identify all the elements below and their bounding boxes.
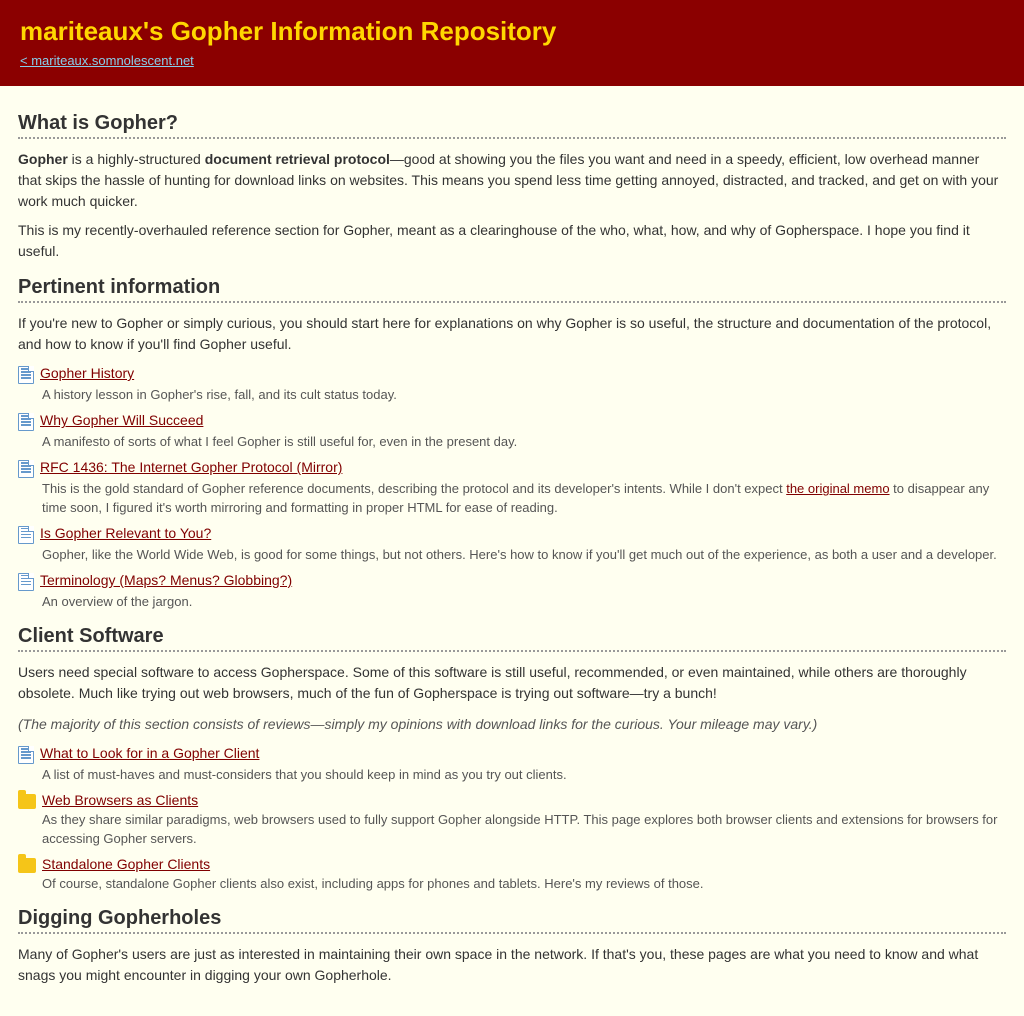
pertinent-intro: If you're new to Gopher or simply curiou… — [18, 313, 1006, 355]
link-gopher-history[interactable]: Gopher History — [40, 365, 134, 381]
link-what-to-look-for[interactable]: What to Look for in a Gopher Client — [40, 745, 259, 761]
client-software-note: (The majority of this section consists o… — [18, 714, 1006, 735]
bold-protocol: document retrieval protocol — [205, 151, 390, 167]
list-item: Is Gopher Relevant to You? Gopher, like … — [18, 525, 1006, 564]
pertinent-item-list: Gopher History A history lesson in Gophe… — [18, 365, 1006, 611]
desc-what-to-look-for: A list of must-haves and must-considers … — [42, 766, 1006, 784]
list-item: What to Look for in a Gopher Client A li… — [18, 745, 1006, 784]
item-row-web-browsers: Web Browsers as Clients — [18, 792, 1006, 809]
section-heading-what-is-gopher: What is Gopher? — [18, 112, 1006, 135]
section-heading-pertinent: Pertinent information — [18, 276, 1006, 299]
list-item: Standalone Gopher Clients Of course, sta… — [18, 856, 1006, 893]
header-title: mariteaux's Gopher Information Repositor… — [20, 16, 1004, 47]
divider-pertinent — [18, 301, 1006, 303]
folder-icon — [18, 858, 36, 873]
what-is-gopher-para2: This is my recently-overhauled reference… — [18, 220, 1006, 262]
divider-client-software — [18, 650, 1006, 652]
doc-icon — [18, 366, 34, 384]
desc-rfc: This is the gold standard of Gopher refe… — [42, 480, 1006, 516]
client-software-item-list: What to Look for in a Gopher Client A li… — [18, 745, 1006, 893]
link-terminology[interactable]: Terminology (Maps? Menus? Globbing?) — [40, 572, 292, 588]
desc-standalone: Of course, standalone Gopher clients als… — [42, 875, 1006, 893]
divider-what-is-gopher — [18, 137, 1006, 139]
desc-web-browsers: As they share similar paradigms, web bro… — [42, 811, 1006, 847]
section-heading-client-software: Client Software — [18, 625, 1006, 648]
item-row-why-gopher: Why Gopher Will Succeed — [18, 412, 1006, 431]
list-item: Why Gopher Will Succeed A manifesto of s… — [18, 412, 1006, 451]
item-row-rfc: RFC 1436: The Internet Gopher Protocol (… — [18, 459, 1006, 478]
link-is-gopher-relevant[interactable]: Is Gopher Relevant to You? — [40, 525, 211, 541]
item-row-standalone: Standalone Gopher Clients — [18, 856, 1006, 873]
folder-icon — [18, 794, 36, 809]
link-standalone[interactable]: Standalone Gopher Clients — [42, 856, 210, 872]
divider-digging — [18, 932, 1006, 934]
desc-is-gopher-relevant: Gopher, like the World Wide Web, is good… — [42, 546, 1006, 564]
header-back-link[interactable]: < mariteaux.somnolescent.net — [20, 53, 1004, 68]
digging-intro: Many of Gopher's users are just as inter… — [18, 944, 1006, 986]
doc-icon — [18, 526, 34, 544]
desc-why-gopher: A manifesto of sorts of what I feel Goph… — [42, 433, 1006, 451]
item-row-gopher-history: Gopher History — [18, 365, 1006, 384]
bold-gopher: Gopher — [18, 151, 68, 167]
item-row-is-gopher-relevant: Is Gopher Relevant to You? — [18, 525, 1006, 544]
doc-icon — [18, 460, 34, 478]
list-item: Gopher History A history lesson in Gophe… — [18, 365, 1006, 404]
list-item: Terminology (Maps? Menus? Globbing?) An … — [18, 572, 1006, 611]
link-rfc[interactable]: RFC 1436: The Internet Gopher Protocol (… — [40, 459, 342, 475]
doc-icon — [18, 746, 34, 764]
link-web-browsers[interactable]: Web Browsers as Clients — [42, 792, 198, 808]
section-heading-digging: Digging Gopherholes — [18, 907, 1006, 930]
desc-terminology: An overview of the jargon. — [42, 593, 1006, 611]
link-why-gopher[interactable]: Why Gopher Will Succeed — [40, 412, 203, 428]
what-is-gopher-para1: Gopher is a highly-structured document r… — [18, 149, 1006, 212]
client-software-intro: Users need special software to access Go… — [18, 662, 1006, 704]
desc-gopher-history: A history lesson in Gopher's rise, fall,… — [42, 386, 1006, 404]
item-row-terminology: Terminology (Maps? Menus? Globbing?) — [18, 572, 1006, 591]
main-content: What is Gopher? Gopher is a highly-struc… — [0, 86, 1024, 1016]
header: mariteaux's Gopher Information Repositor… — [0, 0, 1024, 86]
list-item: RFC 1436: The Internet Gopher Protocol (… — [18, 459, 1006, 516]
list-item: Web Browsers as Clients As they share si… — [18, 792, 1006, 847]
item-row-what-to-look-for: What to Look for in a Gopher Client — [18, 745, 1006, 764]
link-original-memo[interactable]: the original memo — [786, 481, 889, 496]
doc-icon — [18, 413, 34, 431]
doc-icon — [18, 573, 34, 591]
